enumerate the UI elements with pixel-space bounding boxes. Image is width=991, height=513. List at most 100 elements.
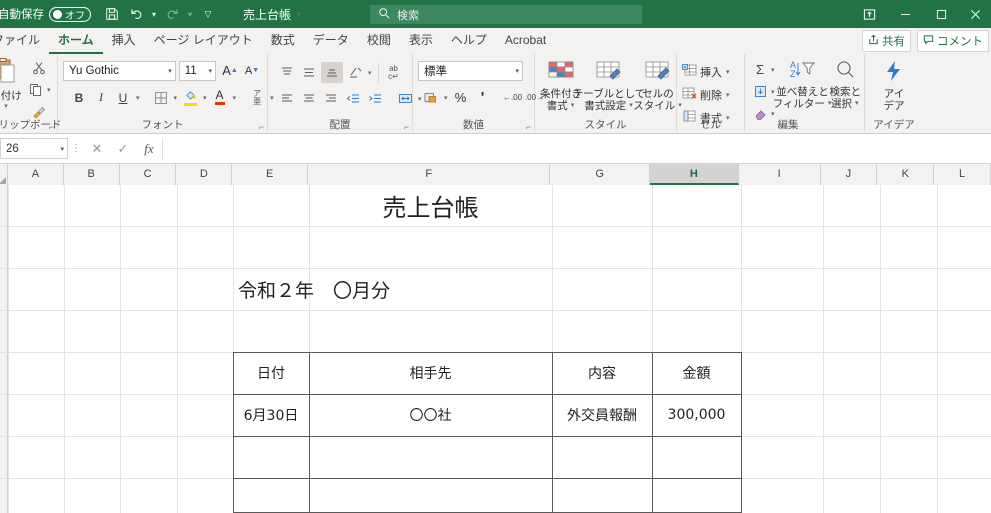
font-dialog-launcher[interactable]: ⌐: [259, 122, 264, 132]
autosum-caret[interactable]: ▾: [770, 66, 776, 74]
align-left-icon[interactable]: [277, 88, 297, 109]
tab-review[interactable]: 校閲: [358, 28, 400, 54]
delete-cells-caret[interactable]: ▾: [725, 91, 731, 99]
ledger-header-counterparty[interactable]: 相手先: [309, 352, 552, 394]
insert-function-icon[interactable]: fx: [136, 138, 162, 160]
fill-color-icon[interactable]: [180, 87, 200, 108]
accounting-dropdown-caret[interactable]: ▾: [443, 94, 449, 102]
autosave-toggle[interactable]: オフ: [49, 6, 91, 22]
ledger-cell-description[interactable]: 外交員報酬: [552, 394, 652, 436]
alignment-dialog-launcher[interactable]: ⌐: [404, 122, 409, 132]
delete-cells-button[interactable]: 削除 ▾: [682, 84, 739, 105]
tab-insert[interactable]: 挿入: [103, 28, 145, 54]
sheet-subtitle-cell[interactable]: 令和２年 〇月分: [238, 269, 538, 310]
number-format-caret[interactable]: ▾: [511, 67, 519, 75]
customize-quick-access-icon[interactable]: ▽: [203, 9, 213, 20]
name-box[interactable]: 26 ▾: [0, 138, 68, 159]
tab-acrobat[interactable]: Acrobat: [496, 28, 555, 54]
tab-data[interactable]: データ: [304, 28, 358, 54]
ledger-cell-counterparty[interactable]: 〇〇社: [309, 394, 552, 436]
increase-decimal-icon[interactable]: ←.00: [503, 87, 523, 108]
enter-icon[interactable]: ✓: [110, 138, 136, 160]
ledger-cell-description[interactable]: [552, 436, 652, 478]
ledger-cell-date[interactable]: 6月30日: [233, 394, 309, 436]
clipboard-dialog-launcher[interactable]: ⌐: [49, 122, 54, 132]
ledger-header-amount[interactable]: 金額: [652, 352, 741, 394]
maximize-icon[interactable]: [923, 0, 959, 28]
cut-icon[interactable]: [26, 57, 52, 78]
ledger-cell-description[interactable]: [552, 478, 652, 513]
ledger-cell-amount[interactable]: [652, 478, 741, 513]
borders-icon[interactable]: [151, 87, 171, 108]
bold-button[interactable]: B: [69, 87, 89, 108]
font-size-input[interactable]: 11 ▾: [178, 60, 216, 81]
column-header-j[interactable]: J: [820, 164, 878, 185]
cell-styles-button[interactable]: セルの スタイル ▾: [633, 59, 682, 121]
column-header-a[interactable]: A: [7, 164, 64, 185]
accounting-format-icon[interactable]: [421, 87, 441, 108]
wrap-text-icon[interactable]: ab c↵: [384, 62, 404, 83]
sheet-title-cell[interactable]: 売上台帳: [309, 185, 552, 226]
find-and-select-button[interactable]: 検索と 選択 ▾: [830, 59, 861, 121]
shrink-font-icon[interactable]: A ▼: [242, 60, 262, 81]
document-title-caret[interactable]: ▾: [296, 10, 302, 19]
ledger-cell-counterparty[interactable]: [309, 436, 552, 478]
minimize-icon[interactable]: [887, 0, 923, 28]
italic-button[interactable]: I: [91, 87, 111, 108]
copy-icon[interactable]: [26, 79, 46, 100]
orientation-dropdown-caret[interactable]: ▾: [367, 69, 373, 77]
undo-icon[interactable]: [125, 3, 147, 25]
align-right-icon[interactable]: [321, 88, 341, 109]
sort-and-filter-button[interactable]: A Z 並べ替えと フィルター ▾: [773, 59, 832, 121]
tab-help[interactable]: ヘルプ: [442, 28, 496, 54]
ledger-cell-date[interactable]: [233, 478, 309, 513]
document-title[interactable]: 売上台帳 ▾: [243, 0, 302, 28]
tab-view[interactable]: 表示: [400, 28, 442, 54]
search-input[interactable]: 検索: [370, 5, 642, 24]
share-button[interactable]: 共有: [862, 30, 911, 52]
paste-button[interactable]: り付け ▾: [0, 57, 22, 119]
align-center-icon[interactable]: [299, 88, 319, 109]
column-header-c[interactable]: C: [119, 164, 177, 185]
percent-style-button[interactable]: %: [451, 87, 471, 108]
increase-indent-icon[interactable]: [365, 88, 385, 109]
fill-caret[interactable]: ▾: [770, 88, 776, 96]
align-bottom-icon[interactable]: [321, 62, 343, 83]
font-color-icon[interactable]: A: [210, 87, 230, 108]
tab-home[interactable]: ホーム: [49, 28, 103, 54]
column-header-f[interactable]: F: [308, 164, 551, 185]
cell-area[interactable]: 売上台帳 令和２年 〇月分 日付 相手先 内容 金額 6月30日 〇〇社 外交員…: [0, 185, 991, 513]
conditional-formatting-caret[interactable]: ▾: [570, 102, 576, 110]
autosum-icon[interactable]: Σ: [750, 59, 770, 80]
tab-formulas[interactable]: 数式: [262, 28, 304, 54]
select-all-corner[interactable]: [0, 164, 8, 185]
phonetic-guide-icon[interactable]: ア亜: [247, 87, 267, 108]
column-header-e[interactable]: E: [232, 164, 309, 185]
font-size-caret[interactable]: ▾: [204, 67, 212, 75]
ledger-cell-amount[interactable]: 300,000: [652, 394, 741, 436]
grow-font-icon[interactable]: A ▲: [220, 60, 240, 81]
insert-cells-button[interactable]: 挿入 ▾: [682, 61, 739, 82]
insert-cells-caret[interactable]: ▾: [725, 68, 731, 76]
column-header-h[interactable]: H: [650, 164, 739, 185]
fill-icon[interactable]: [750, 81, 770, 102]
comments-button[interactable]: コメント: [917, 30, 989, 52]
column-header-k[interactable]: K: [877, 164, 935, 185]
font-name-input[interactable]: Yu Gothic ▾: [63, 60, 176, 81]
ribbon-display-options-icon[interactable]: [851, 0, 887, 28]
tab-file[interactable]: ファイル: [0, 28, 49, 54]
column-header-l[interactable]: L: [934, 164, 991, 185]
ledger-header-description[interactable]: 内容: [552, 352, 652, 394]
column-header-d[interactable]: D: [176, 164, 233, 185]
font-color-dropdown-caret[interactable]: ▾: [232, 94, 238, 102]
number-format-select[interactable]: 標準 ▾: [418, 61, 523, 81]
text-orientation-icon[interactable]: [345, 62, 365, 83]
underline-button[interactable]: U: [113, 87, 133, 108]
column-header-b[interactable]: B: [63, 164, 120, 185]
align-top-icon[interactable]: [277, 62, 297, 83]
close-icon[interactable]: [959, 0, 991, 28]
comma-style-button[interactable]: ': [473, 87, 493, 108]
ledger-cell-amount[interactable]: [652, 436, 741, 478]
borders-dropdown-caret[interactable]: ▾: [173, 94, 179, 102]
redo-icon[interactable]: [161, 3, 183, 25]
